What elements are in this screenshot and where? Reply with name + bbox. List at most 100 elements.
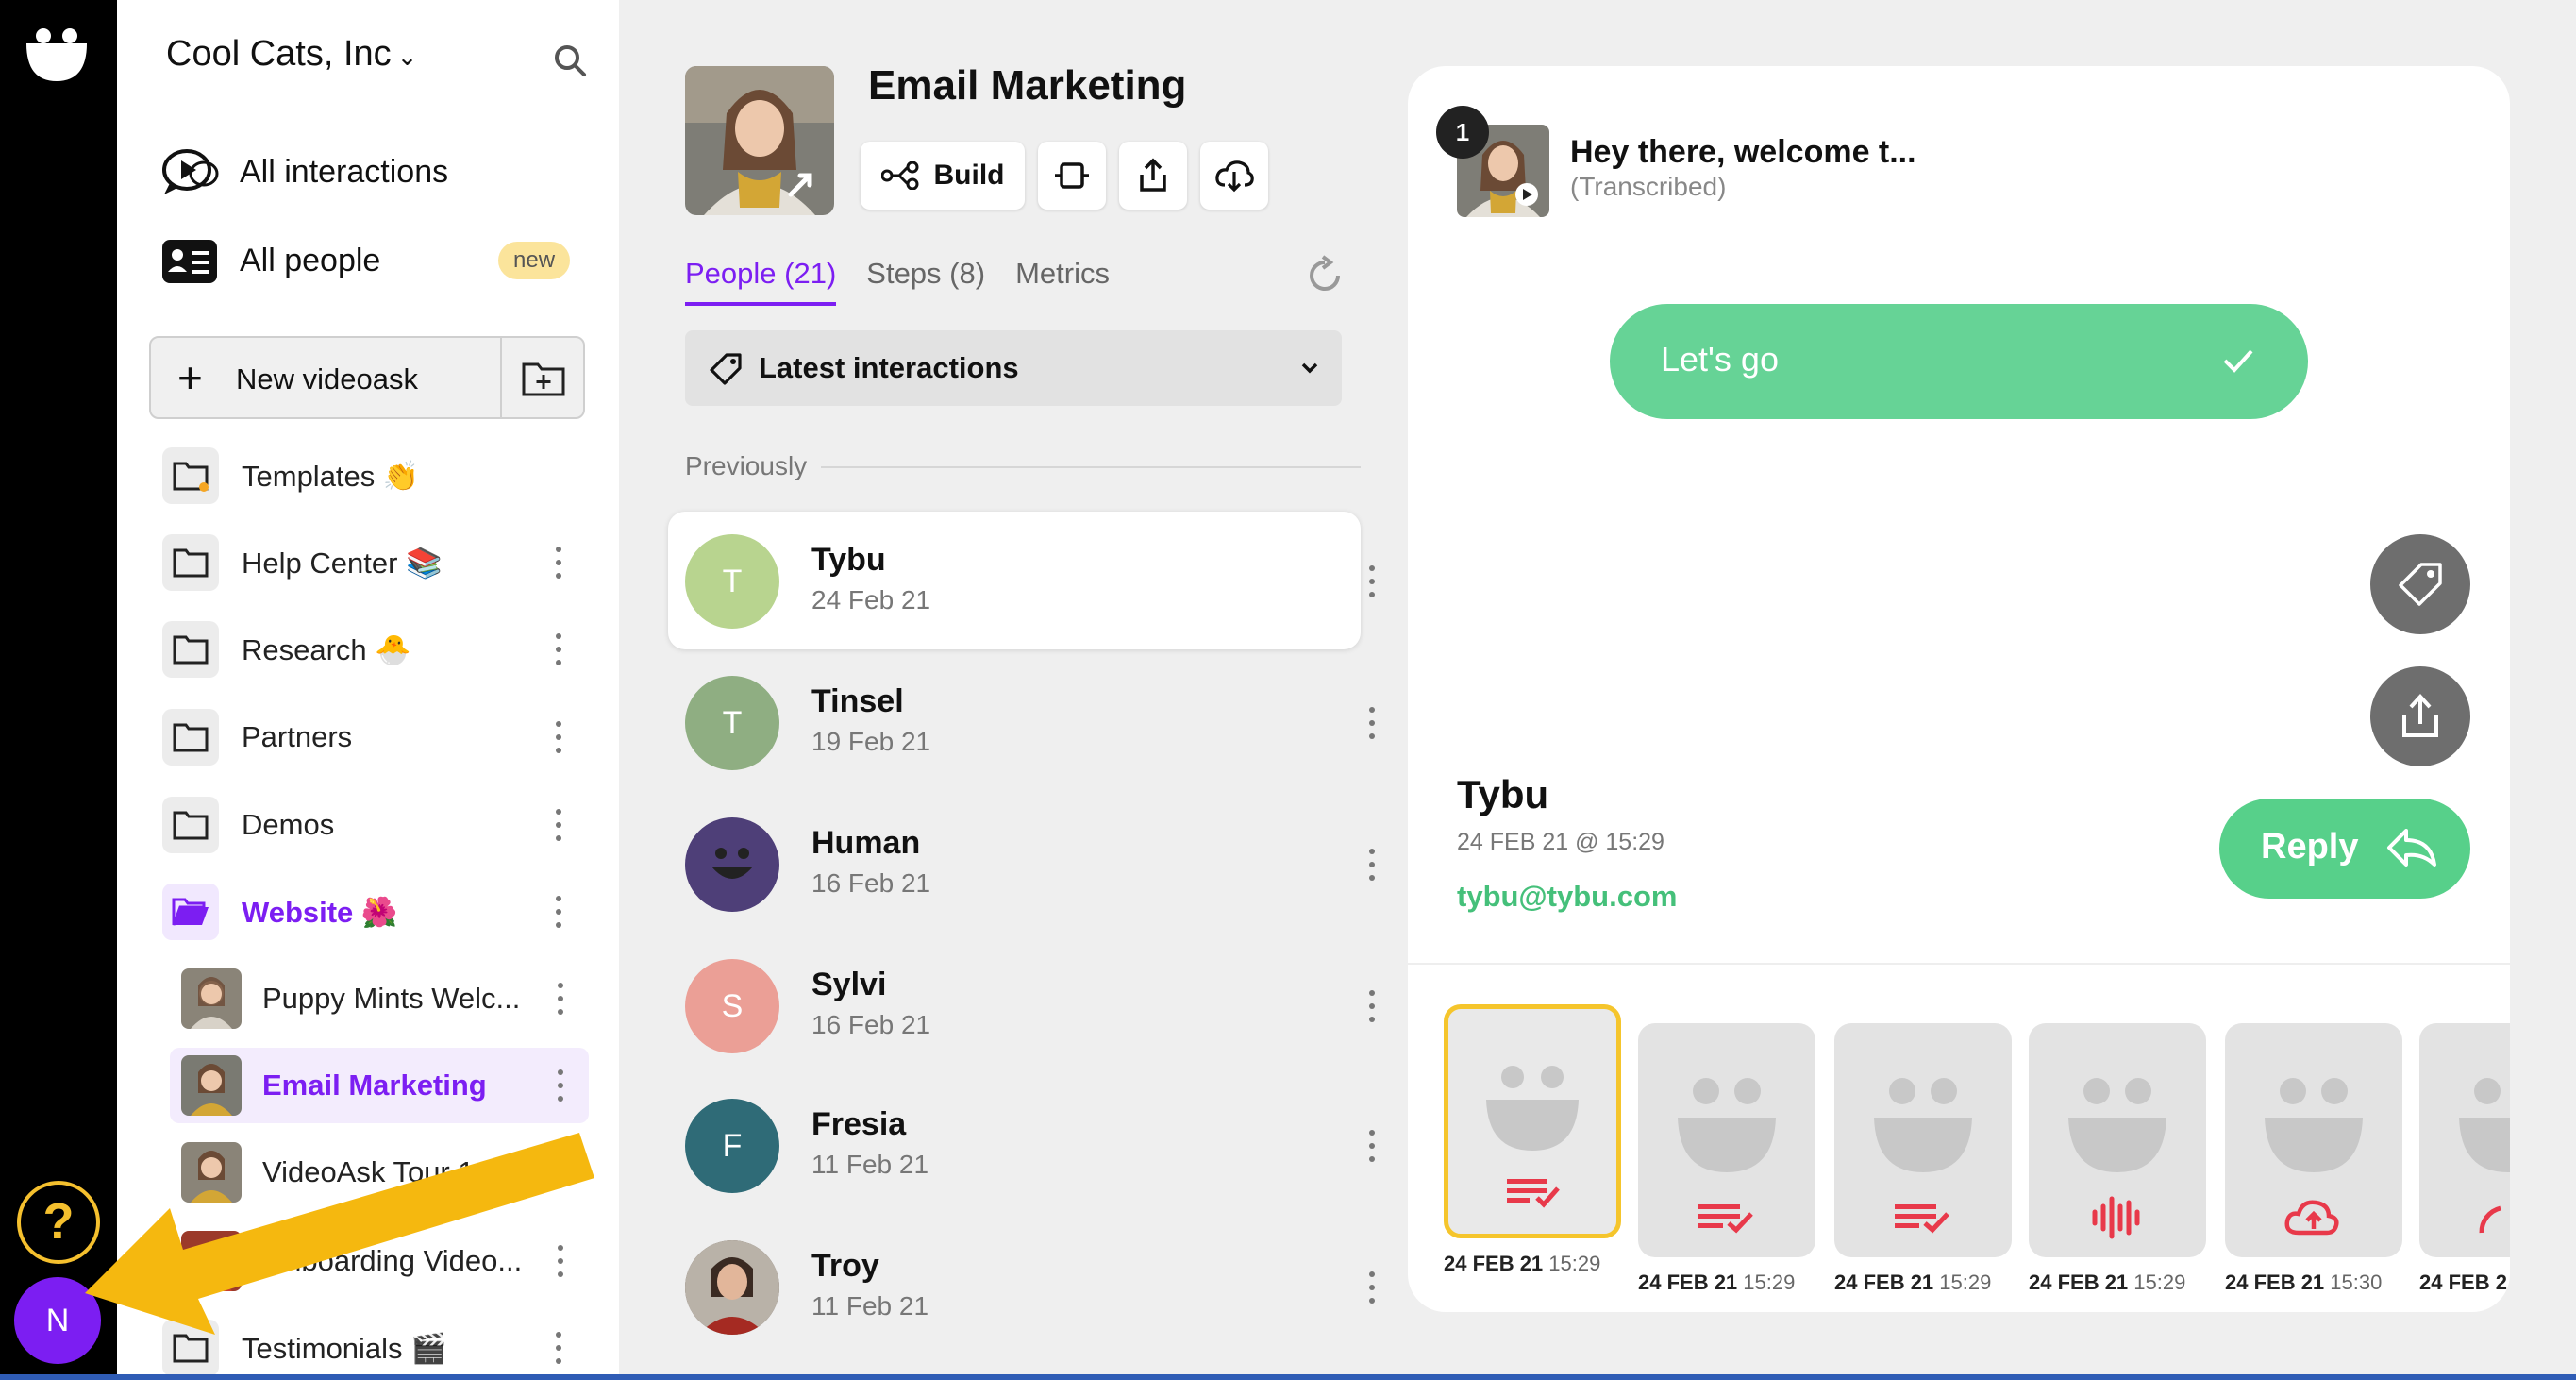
person-row[interactable]: S Sylvi 16 Feb 21 — [668, 936, 1375, 1074]
kebab-menu-icon[interactable] — [1368, 989, 1376, 1023]
videoask-thumbnail[interactable] — [685, 66, 834, 215]
step-number-badge: 1 — [1436, 106, 1489, 159]
videoask-logo-icon[interactable] — [25, 26, 89, 83]
video-thumbnail — [181, 968, 242, 1029]
timeline-thumbnail — [1444, 1004, 1621, 1238]
date-text: 24 FEB 21 — [1638, 1271, 1738, 1294]
interaction-card: 1 Hey there, welcome t... (Transcribed) … — [1408, 66, 2510, 1312]
org-name: Cool Cats, Inc — [166, 34, 392, 74]
nav-all-people[interactable]: All people — [160, 232, 380, 289]
smiley-placeholder-icon — [1874, 1078, 1972, 1234]
person-name: Tybu — [811, 542, 886, 578]
window-bottom-edge — [0, 1374, 2576, 1380]
videoask-title: Email Marketing — [868, 62, 1187, 109]
person-avatar: T — [685, 676, 779, 770]
timeline-date: 24 FEB 2 — [2419, 1271, 2507, 1295]
person-date: 24 Feb 21 — [811, 585, 931, 614]
person-row[interactable]: F Fresia 11 Feb 21 — [668, 1076, 1375, 1214]
videoask-item[interactable]: Email Marketing — [170, 1048, 589, 1123]
tag-icon — [2399, 563, 2442, 606]
org-switcher[interactable]: Cool Cats, Inc ⌄ — [166, 34, 417, 75]
dropdown-value: Latest interactions — [759, 351, 1019, 384]
videoask-label: Puppy Mints Welc... — [262, 982, 521, 1015]
kebab-menu-icon[interactable] — [555, 546, 562, 580]
build-button[interactable]: Build — [861, 142, 1025, 210]
videoask-detail-panel: Email Marketing Build People (21) Steps … — [619, 0, 1375, 1380]
timeline-date: 24 FEB 21 15:29 — [1444, 1252, 1600, 1276]
kebab-menu-icon[interactable] — [555, 632, 562, 666]
folder-icon — [162, 447, 219, 504]
folder-templates[interactable]: Templates 👏 — [162, 442, 589, 510]
folder-label: Website 🌺 — [242, 895, 398, 929]
person-row[interactable]: Human 16 Feb 21 — [668, 795, 1375, 933]
tag-icon — [710, 353, 742, 385]
new-videoask-label: New videoask — [236, 362, 418, 395]
kebab-menu-icon[interactable] — [1368, 848, 1376, 882]
integrations-button[interactable] — [1038, 142, 1106, 210]
step-title: Hey there, welcome t... — [1570, 134, 1916, 170]
nav-label: All interactions — [240, 153, 449, 190]
kebab-menu-icon[interactable] — [557, 982, 564, 1016]
download-button[interactable] — [1200, 142, 1268, 210]
kebab-menu-icon[interactable] — [555, 808, 562, 842]
smiley-placeholder-icon — [2459, 1078, 2510, 1234]
detail-tabs: People (21) Steps (8) Metrics — [685, 257, 1110, 306]
new-badge: new — [498, 242, 571, 279]
tab-people[interactable]: People (21) — [685, 257, 837, 306]
reply-button[interactable]: Reply — [2219, 799, 2470, 899]
folder-label: Help Center 📚 — [242, 546, 443, 580]
kebab-menu-icon[interactable] — [557, 1069, 564, 1102]
refresh-icon[interactable] — [1304, 255, 1346, 296]
person-name: Sylvi — [811, 967, 887, 1002]
person-avatar: T — [685, 534, 779, 629]
kebab-menu-icon[interactable] — [1368, 1129, 1376, 1163]
text-check-icon — [1895, 1204, 1949, 1234]
search-icon[interactable] — [551, 42, 589, 79]
folder-help-center[interactable]: Help Center 📚 — [162, 529, 589, 597]
nav-all-interactions[interactable]: All interactions — [160, 143, 448, 200]
videoask-item[interactable]: Puppy Mints Welc... — [170, 961, 589, 1036]
kebab-menu-icon[interactable] — [1368, 1271, 1376, 1304]
person-date: 19 Feb 21 — [811, 727, 931, 756]
timeline-date: 24 FEB 21 15:29 — [1834, 1271, 1991, 1295]
date-text: 24 FEB 2 — [2419, 1271, 2507, 1294]
upload-cloud-icon — [2284, 1200, 2339, 1236]
folder-demos[interactable]: Demos — [162, 791, 589, 859]
share-response-button[interactable] — [2370, 666, 2470, 766]
kebab-menu-icon[interactable] — [555, 895, 562, 929]
person-row[interactable]: Troy 11 Feb 21 — [668, 1218, 1375, 1355]
folder-partners[interactable]: Partners — [162, 703, 589, 771]
folder-icon — [162, 797, 219, 853]
divider — [1408, 963, 2510, 965]
responder-date: 24 FEB 21 @ 15:29 — [1457, 829, 1664, 855]
interactions-filter-dropdown[interactable]: Latest interactions — [685, 330, 1342, 406]
new-folder-icon[interactable] — [521, 357, 566, 398]
annotation-arrow — [85, 1133, 594, 1335]
person-date: 16 Feb 21 — [811, 868, 931, 898]
person-avatar: F — [685, 1099, 779, 1193]
kebab-menu-icon[interactable] — [555, 720, 562, 754]
share-button[interactable] — [1119, 142, 1187, 210]
text-check-icon — [1698, 1204, 1753, 1234]
tab-metrics[interactable]: Metrics — [1015, 257, 1110, 306]
folder-research[interactable]: Research 🐣 — [162, 615, 589, 683]
timeline-thumbnail — [1834, 1023, 2012, 1257]
person-row[interactable]: T Tinsel 19 Feb 21 — [668, 653, 1375, 791]
interactions-icon — [162, 149, 219, 194]
kebab-menu-icon[interactable] — [1368, 564, 1376, 598]
share-icon — [2402, 694, 2438, 737]
folder-label: Partners — [242, 720, 353, 753]
folder-icon — [162, 709, 219, 766]
kebab-menu-icon[interactable] — [1368, 706, 1376, 740]
tag-button[interactable] — [2370, 534, 2470, 634]
answer-bubble: Let's go — [1610, 304, 2308, 419]
person-row[interactable]: T Tybu 24 Feb 21 — [668, 512, 1375, 649]
person-name: Tinsel — [811, 683, 904, 719]
tab-steps[interactable]: Steps (8) — [866, 257, 985, 306]
new-videoask-button[interactable]: + New videoask — [149, 336, 585, 419]
responder-email[interactable]: tybu@tybu.com — [1457, 880, 1677, 914]
folder-icon — [162, 621, 219, 678]
person-name: Troy — [811, 1248, 879, 1284]
folder-website[interactable]: Website 🌺 — [162, 878, 589, 946]
open-folder-icon — [162, 884, 219, 940]
